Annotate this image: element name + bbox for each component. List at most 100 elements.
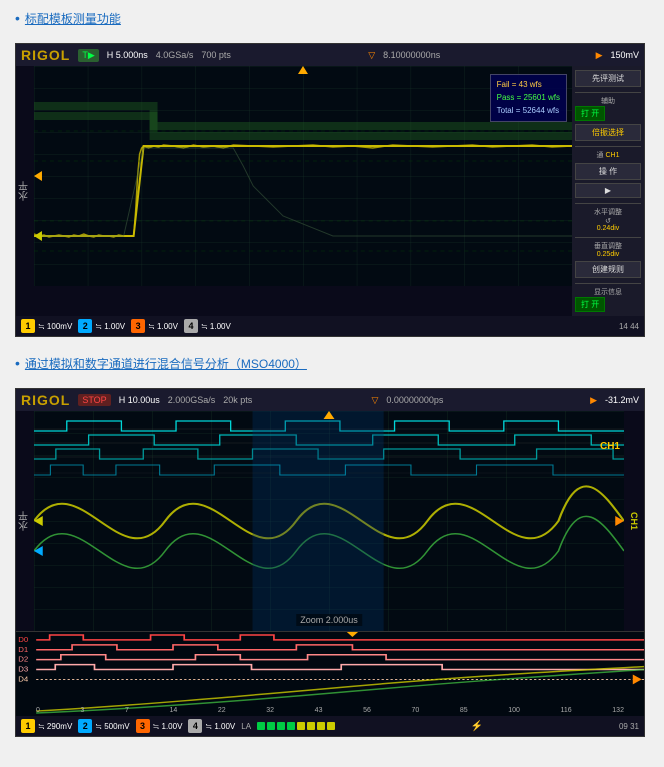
scope2-footer: 1 ≒ 290mV 2 ≒ 500mV 3 ≒ 1.00V 4 ≒ 1.00V … xyxy=(16,716,644,736)
scope2-screen: CH1 Zoom 2.000us xyxy=(34,411,624,631)
dot8 xyxy=(327,722,335,730)
ch3-num: 3 xyxy=(131,319,145,333)
ch2-num: 2 xyxy=(78,319,92,333)
section2-link[interactable]: 通过模拟和数字通道进行混合信号分析（MSO4000） xyxy=(25,355,307,372)
x-label-4: 22 xyxy=(218,707,226,714)
sample-rate2: 2.000GSa/s xyxy=(168,395,216,405)
dot7 xyxy=(317,722,325,730)
trigger-icon1: ▽ xyxy=(368,50,375,61)
trigger-icon2: ▽ xyxy=(371,395,378,406)
dot5 xyxy=(297,722,305,730)
vert-adjust-section: 垂直调整 0.25div xyxy=(575,237,641,258)
section2-item: • 通过模拟和数字通道进行混合信号分析（MSO4000） xyxy=(15,355,649,378)
scope1-footer: 1 ≒ 100mV 2 ≒ 1.00V 3 ≒ 1.00V 4 ≒ 1.00V … xyxy=(16,316,644,336)
horiz-adjust-back[interactable]: ↺ xyxy=(575,217,641,225)
vert-adjust-label: 垂直调整 xyxy=(575,241,641,251)
trigger-pos2: 0.00000000ps xyxy=(386,395,582,405)
ci-label: CH1 xyxy=(624,411,644,631)
trigger-arrow1: ▶ xyxy=(596,50,603,61)
scope2-ch4-num: 4 xyxy=(188,719,202,733)
section1-link[interactable]: 标配模板测量功能 xyxy=(25,10,121,27)
scope2-ch3-indicator: 3 ≒ 1.00V xyxy=(136,719,183,733)
pass-count: Pass = 25601 wfs xyxy=(497,92,560,105)
scope1: RIGOL T▶ H 5.000ns 4.0GSa/s 700 pts ▽ 8.… xyxy=(15,43,645,337)
scope2-left-label: 水平 xyxy=(16,411,34,631)
scope1-info-box: Fail = 43 wfs Pass = 25601 wfs Total = 5… xyxy=(490,74,567,122)
ch2-indicator: 2 ≒ 1.00V xyxy=(78,319,125,333)
scope2-ch2-indicator: 2 ≒ 500mV xyxy=(78,719,129,733)
x-label-9: 85 xyxy=(460,707,468,714)
scope1-time: 14 44 xyxy=(619,322,639,331)
digital-section: D0 D1 D2 D3 D4 0 3 xyxy=(16,631,644,716)
operate-btn[interactable]: 操 作 xyxy=(575,163,641,180)
x-label-8: 70 xyxy=(411,707,419,714)
x-label-7: 56 xyxy=(363,707,371,714)
scope1-header: RIGOL T▶ H 5.000ns 4.0GSa/s 700 pts ▽ 8.… xyxy=(16,44,644,66)
scope2-time: 09 31 xyxy=(619,722,639,731)
total-count: Total = 52644 wfs xyxy=(497,105,560,118)
green-dots xyxy=(257,722,335,730)
svg-text:D0: D0 xyxy=(18,635,28,643)
rigol-logo1: RIGOL xyxy=(21,47,70,63)
x-label-1: 3 xyxy=(81,707,85,714)
x-label-2: 7 xyxy=(125,707,129,714)
voltage-scale2: -31.2mV xyxy=(605,395,639,405)
show-info-label: 显示信息 xyxy=(575,287,641,297)
panel-section2: 通 CH1 xyxy=(575,146,641,160)
x-label-0: 0 xyxy=(36,707,40,714)
voltage-scale1: 150mV xyxy=(610,50,639,60)
dot3 xyxy=(277,722,285,730)
horiz-adjust-label: 水平调整 xyxy=(575,207,641,217)
rigol-logo2: RIGOL xyxy=(21,392,70,408)
svg-text:D1: D1 xyxy=(18,645,28,653)
sample-rate1: 4.0GSa/s xyxy=(156,50,194,60)
scope1-body: 水平 xyxy=(16,66,644,316)
scope2-ch3-val: ≒ 1.00V xyxy=(153,722,183,731)
assist-open-btn[interactable]: 打 开 xyxy=(575,106,605,121)
channel-label: 通 CH1 xyxy=(575,150,641,160)
dot4 xyxy=(287,722,295,730)
scope2-ch4-indicator: 4 ≒ 1.00V xyxy=(188,719,235,733)
status-badge1: T▶ xyxy=(78,49,98,62)
ch1-num: 1 xyxy=(21,319,35,333)
ch4-indicator: 4 ≒ 1.00V xyxy=(184,319,231,333)
vert-adjust-val: 0.25div xyxy=(575,251,641,258)
fail-count: Fail = 43 wfs xyxy=(497,79,560,92)
show-info-section: 显示信息 打 开 xyxy=(575,283,641,312)
create-rule-btn[interactable]: 创建规则 xyxy=(575,261,641,278)
scope2-ch1-num: 1 xyxy=(21,719,35,733)
x-label-3: 14 xyxy=(170,707,178,714)
scope1-right-panel: 先评测试 辅助 打 开 倍振选择 通 CH1 操 作 ▶ 水平调整 ↺ 0.24… xyxy=(572,66,644,316)
x-label-12: 132 xyxy=(612,707,624,714)
scope2-ch4-val: ≒ 1.00V xyxy=(205,722,235,731)
svg-text:D3: D3 xyxy=(18,665,28,673)
assist-row: 打 开 xyxy=(575,106,641,121)
ch1-val: ≒ 100mV xyxy=(38,322,72,331)
ch3-val: ≒ 1.00V xyxy=(148,322,178,331)
x-label-11: 116 xyxy=(561,707,572,714)
horiz-adjust-section: 水平调整 ↺ 0.24div xyxy=(575,203,641,232)
ch4-num: 4 xyxy=(184,319,198,333)
x-label-6: 43 xyxy=(315,707,323,714)
sample-pts1: 700 pts xyxy=(201,50,231,60)
scope2-ch2-val: ≒ 500mV xyxy=(95,722,129,731)
status-badge2: STOP xyxy=(78,394,110,406)
usb-icon: ⚡ xyxy=(471,721,483,732)
operate-arrow: ▶ xyxy=(575,183,641,198)
scope2-ch3-num: 3 xyxy=(136,719,150,733)
ch3-indicator: 3 ≒ 1.00V xyxy=(131,319,178,333)
channel-select-btn[interactable]: 倍振选择 xyxy=(575,124,641,141)
sample-info1: 4.0GSa/s 700 pts xyxy=(156,50,360,60)
x-label-10: 100 xyxy=(508,707,520,714)
scope2-ch2-num: 2 xyxy=(78,719,92,733)
svg-text:D4: D4 xyxy=(18,675,28,683)
pre-test-btn[interactable]: 先评测试 xyxy=(575,70,641,87)
scope2-header: RIGOL STOP H 10.00us 2.000GSa/s 20k pts … xyxy=(16,389,644,411)
scope1-screen: Fail = 43 wfs Pass = 25601 wfs Total = 5… xyxy=(34,66,572,286)
scope2-body: 水平 xyxy=(16,411,644,631)
zoom-label: Zoom 2.000us xyxy=(296,614,362,626)
section1-item: • 标配模板测量功能 xyxy=(15,10,649,33)
show-info-row: 打 开 xyxy=(575,297,641,312)
panel-section1: 辅助 打 开 xyxy=(575,92,641,121)
show-info-open-btn[interactable]: 打 开 xyxy=(575,297,605,312)
